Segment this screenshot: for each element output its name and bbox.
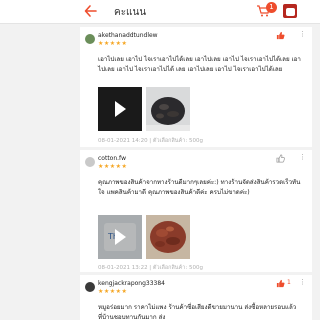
like-count: 1 — [287, 279, 291, 286]
review-card: akethanaddtundlew ★★★★★ ⋮ เอาไปเลย เอาไป… — [80, 27, 312, 147]
more-options-icon[interactable]: ⋮ — [299, 30, 306, 38]
cart-count-badge: 1 — [266, 2, 277, 13]
thumbs-up-icon[interactable] — [276, 31, 285, 40]
play-icon — [115, 229, 126, 245]
pork-photo-graphic — [146, 215, 190, 259]
pork-photo-graphic — [146, 87, 190, 131]
thumbs-up-icon[interactable] — [276, 154, 285, 163]
review-card: cotton.fw ★★★★★ ⋮ คุณภาพของสินค้าจากทางร… — [80, 150, 312, 272]
reviewer-name: kengjackrapong33384 — [98, 280, 166, 287]
review-card: kengjackrapong33384 ★★★★★ 1 ⋮ หมูอร่อยมา… — [80, 275, 312, 320]
review-meta: 08-01-2021 14:20 | ตัวเลือกสินค้า: 500g — [98, 138, 203, 144]
reviewer-name: cotton.fw — [98, 155, 126, 162]
back-arrow-icon[interactable] — [84, 4, 98, 18]
star-rating: ★★★★★ — [98, 163, 128, 170]
review-photo[interactable] — [146, 87, 190, 131]
more-options-icon[interactable]: ⋮ — [299, 278, 306, 286]
review-text: หมูอร่อยมาก ราคาไม่แพง ร้านค้าซื่อเสียงด… — [98, 304, 297, 320]
review-video[interactable]: Th — [98, 215, 142, 259]
review-video[interactable] — [98, 87, 142, 131]
review-meta: 08-01-2021 13:22 | ตัวเลือกสินค้า: 500g — [98, 265, 203, 271]
review-text: เอาไปเลย เอาไป ไจเราเอาไปได้เลย เอาไปเลย… — [98, 56, 301, 73]
more-options-icon[interactable]: ⋮ — [299, 153, 306, 161]
avatar — [85, 157, 95, 167]
star-rating: ★★★★★ — [98, 40, 128, 47]
top-bar: คะแนน 1 — [0, 0, 320, 24]
thumbs-up-icon[interactable] — [276, 279, 285, 288]
reviewer-name: akethanaddtundlew — [98, 32, 158, 39]
star-rating: ★★★★★ — [98, 288, 128, 295]
review-photo[interactable] — [146, 215, 190, 259]
avatar — [85, 34, 95, 44]
play-icon — [115, 101, 126, 117]
avatar — [85, 282, 95, 292]
page-title: คะแนน — [114, 7, 147, 18]
shop-avatar[interactable] — [282, 3, 298, 19]
review-text: คุณภาพของสินค้าจากทางร้านดีมากๆเลยค่ะ:) … — [98, 179, 301, 196]
